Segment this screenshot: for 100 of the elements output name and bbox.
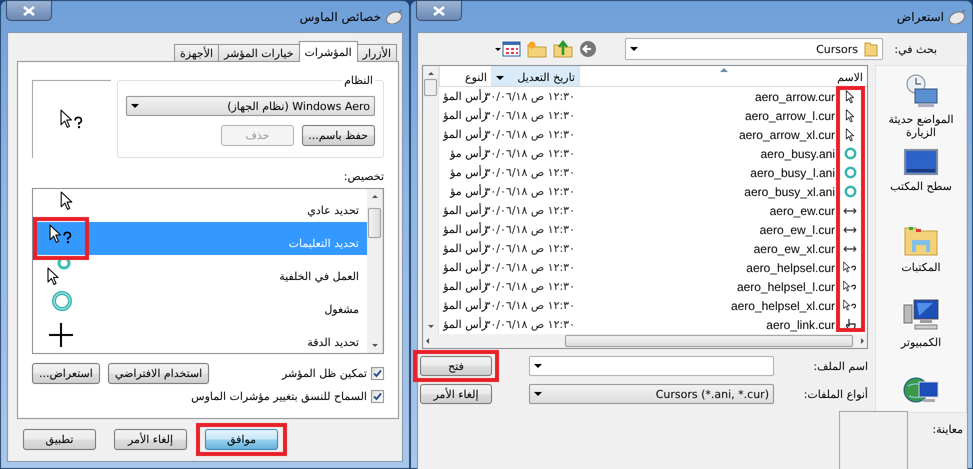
window-title: استعراض <box>896 10 944 24</box>
scroll-left-icon[interactable] <box>426 338 429 344</box>
mouse-icon <box>385 10 403 24</box>
caret-icon <box>131 104 139 108</box>
file-type-dropdown[interactable]: Cursors (*.ani, *.cur) <box>529 384 774 404</box>
help-cursor-icon <box>843 280 857 293</box>
column-header[interactable]: تاريخ التعديل <box>491 66 579 86</box>
tab[interactable]: خيارات المؤشر <box>218 44 300 61</box>
back-icon[interactable] <box>579 40 597 58</box>
tab[interactable]: الأجهزة <box>174 44 220 61</box>
dialog-button[interactable]: موافق <box>205 429 278 450</box>
date-cell: ١٢:٣٠ ص ٣٠/٠٦/١٨ <box>484 147 575 160</box>
caret-icon <box>630 47 638 51</box>
preview-label: معاينة: <box>932 423 963 436</box>
open-button[interactable]: فتح <box>420 356 492 376</box>
cancel-button[interactable]: إلغاء الأمر <box>420 384 492 404</box>
help-cursor-icon <box>843 299 857 312</box>
file-name: aero_ew_xl.cur <box>754 242 835 256</box>
scrollbar[interactable] <box>367 189 383 353</box>
horizontal-scrollbar[interactable] <box>423 334 867 348</box>
file-name: aero_helpsel_l.cur <box>736 280 835 294</box>
type-cell: رأس المؤ <box>443 261 487 274</box>
file-name: aero_ew_l.cur <box>760 222 835 236</box>
cursor-button[interactable]: استعراض... <box>32 362 100 384</box>
busy-cursor-icon <box>51 290 73 312</box>
scheme-dropdown[interactable]: Windows Aero (نظام الجهاز) <box>126 96 375 116</box>
scroll-down-icon[interactable] <box>372 344 378 347</box>
busy-cursor-icon <box>844 147 856 160</box>
type-cell: رأس مؤ <box>450 166 487 179</box>
scroll-thumb[interactable] <box>565 335 853 347</box>
type-cell: رأس المؤ <box>443 204 487 217</box>
scroll-up-icon[interactable] <box>372 195 378 198</box>
file-name: aero_helpsel.cur <box>746 260 835 274</box>
place-label[interactable]: الكمبيوتر <box>879 336 963 350</box>
cursor-name: مشغول <box>324 302 359 316</box>
caret-icon <box>496 76 504 80</box>
scroll-down-icon[interactable] <box>428 325 434 328</box>
date-cell: ١٢:٣٠ ص ٣٠/٠٦/١٨ <box>484 90 575 103</box>
date-cell: ١٢:٣٠ ص ٣٠/٠٦/١٨ <box>484 261 575 274</box>
view-menu-icon[interactable] <box>495 41 521 57</box>
file-name: aero_helpsel_xl.cur <box>730 298 835 312</box>
cursor-row[interactable]: العمل في الخلفية <box>33 255 367 288</box>
up-folder-icon[interactable] <box>553 40 573 58</box>
cursor-button[interactable]: استخدام الافتراضي <box>108 362 210 384</box>
date-cell: ١٢:٣٠ ص ٣٠/٠٦/١٨ <box>484 128 575 141</box>
computer-icon <box>903 299 939 331</box>
resize-cursor-icon <box>843 226 857 232</box>
scrollbar[interactable] <box>423 66 439 334</box>
type-cell: رأس المؤ <box>443 128 487 141</box>
dialog-button[interactable]: تطبيق <box>23 429 96 450</box>
file-name: aero_busy_xl.ani <box>744 184 835 198</box>
mouse-icon <box>948 10 966 24</box>
scroll-up-icon[interactable] <box>428 72 434 75</box>
file-name-label: اسم الملف: <box>812 360 868 372</box>
date-cell: ١٢:٣٠ ص ٣٠/٠٦/١٨ <box>484 318 575 331</box>
resize-cursor-icon <box>843 246 857 252</box>
type-cell: رأس المؤ <box>443 223 487 236</box>
type-cell: رأس مؤ <box>450 185 487 198</box>
place-label[interactable]: سطح المكتب <box>879 180 963 194</box>
group-label: النظام <box>342 74 375 87</box>
type-cell: رأس المؤ <box>443 242 487 255</box>
close-button[interactable] <box>6 1 52 21</box>
customize-label: تخصيص: <box>342 170 384 184</box>
help-cursor-icon <box>60 109 84 130</box>
checkbox[interactable] <box>371 366 384 380</box>
cursor-row[interactable]: تحديد عادي <box>33 189 367 222</box>
date-cell: ١٢:٣٠ ص ٣٠/٠٦/١٨ <box>484 223 575 236</box>
dialog-button[interactable]: إلغاء الأمر <box>114 429 187 450</box>
scroll-thumb[interactable] <box>424 79 437 96</box>
place-label[interactable]: المواضع حديثة الزيارة <box>879 113 963 140</box>
close-button[interactable] <box>416 1 462 21</box>
type-cell: رأس مؤ <box>450 147 487 160</box>
scheme-button[interactable]: حفظ باسم... <box>302 125 375 146</box>
tab[interactable]: الأزرار <box>356 44 397 61</box>
scroll-right-icon[interactable] <box>861 338 864 344</box>
checkbox-label: السماح للنسق بتغيير مؤشرات الماوس <box>191 390 367 403</box>
cursor-row[interactable]: مشغول <box>33 288 367 321</box>
file-type-label: أنواع الملفات: <box>802 388 868 400</box>
close-icon <box>23 6 35 16</box>
cursor-name: العمل في الخلفية <box>279 269 359 283</box>
window-title: خصائص الماوس <box>300 10 381 24</box>
caret-icon <box>534 364 542 368</box>
scroll-thumb[interactable] <box>368 208 381 238</box>
file-name: aero_arrow.cur <box>754 90 835 104</box>
date-cell: ١٢:٣٠ ص ٣٠/٠٦/١٨ <box>484 204 575 217</box>
cursor-name: تحديد عادي <box>307 203 359 217</box>
arrow-cursor-icon <box>845 128 855 142</box>
date-cell: ١٢:٣٠ ص ٣٠/٠٦/١٨ <box>484 109 575 122</box>
cursor-row[interactable]: تحديد الدقة <box>33 321 367 353</box>
place-label[interactable]: المكتبات <box>879 261 963 274</box>
desktop-icon <box>904 149 938 175</box>
look-in-dropdown[interactable]: Cursors <box>625 38 883 60</box>
busy-cursor-icon <box>844 166 856 179</box>
checkbox[interactable] <box>371 390 384 403</box>
tab[interactable]: المؤشرات <box>298 41 358 62</box>
crosshair-icon <box>49 323 73 347</box>
file-name-field[interactable] <box>529 356 774 376</box>
help-cursor-icon <box>49 224 73 245</box>
type-cell: رأس المؤ <box>443 299 487 312</box>
folder-icon <box>864 41 878 57</box>
